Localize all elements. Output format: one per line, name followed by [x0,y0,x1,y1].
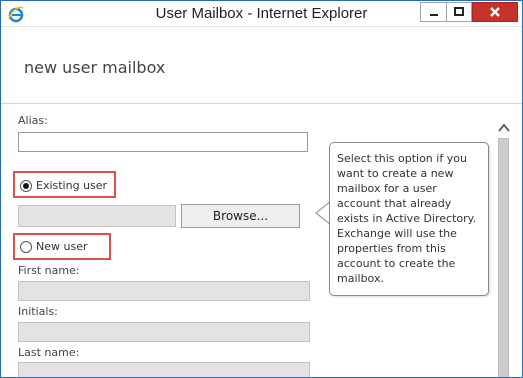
close-button[interactable] [472,2,518,22]
browse-button[interactable]: Browse... [181,204,300,228]
new-user-radio[interactable] [20,240,32,253]
internet-explorer-icon [8,6,24,23]
new-user-label: New user [36,240,88,253]
maximize-icon [454,7,464,16]
existing-user-label: Existing user [36,179,108,192]
header-divider [1,103,522,104]
scrollbar-thumb[interactable] [498,138,509,377]
help-tooltip: Select this option if you want to create… [329,142,489,296]
page-title: new user mailbox [24,58,166,77]
minimize-icon [429,14,438,16]
last-name-label: Last name: [18,346,80,359]
last-name-input[interactable] [18,362,310,377]
initials-label: Initials: [18,305,58,318]
new-user-option[interactable]: New user [20,240,87,253]
alias-label: Alias: [18,114,48,127]
existing-user-radio[interactable] [20,179,32,192]
first-name-input[interactable] [18,281,310,301]
initials-input[interactable] [18,322,310,342]
existing-user-input[interactable] [18,205,176,227]
first-name-label: First name: [18,264,80,277]
maximize-button[interactable] [446,2,472,22]
close-icon [490,7,500,17]
chevron-up-icon[interactable] [497,122,511,134]
alias-input[interactable] [18,132,308,152]
title-bar[interactable]: User Mailbox - Internet Explorer [1,1,522,27]
browser-window: User Mailbox - Internet Explorer new use… [0,0,523,378]
existing-user-option[interactable]: Existing user [20,179,107,192]
minimize-button[interactable] [420,2,446,22]
